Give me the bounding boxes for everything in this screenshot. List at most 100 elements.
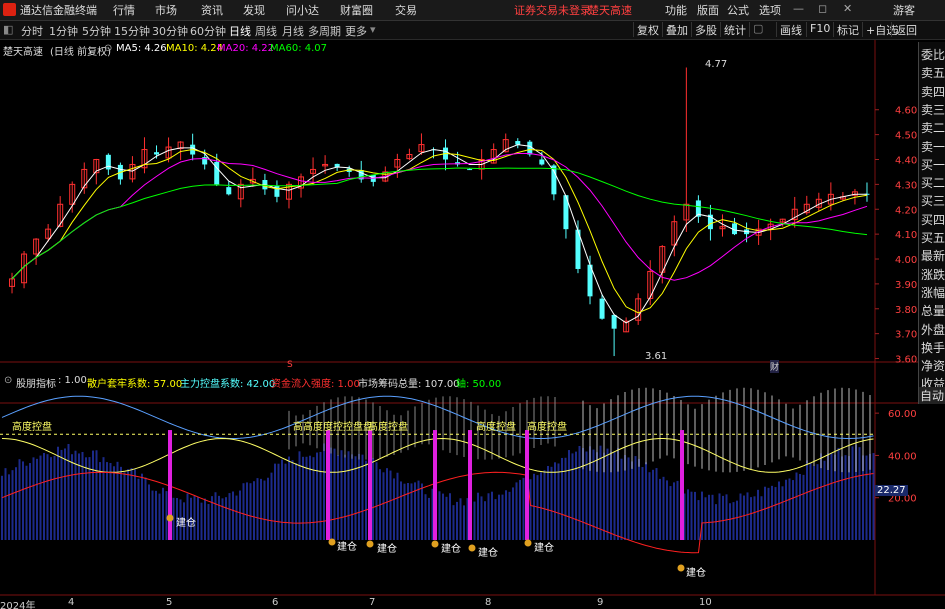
- menu-discover[interactable]: 发现: [243, 2, 265, 18]
- build-signal-bar: [468, 430, 472, 540]
- price-tick-label: 4.50: [895, 131, 917, 142]
- candle-body: [226, 187, 232, 195]
- sidebar-item[interactable]: 买五: [921, 229, 945, 246]
- coin-icon: [328, 538, 336, 546]
- sidebar-item[interactable]: 卖二: [921, 119, 945, 136]
- auto-button[interactable]: 自动: [919, 387, 945, 404]
- sidebar-item[interactable]: 涨跌: [921, 266, 945, 283]
- sidebar-item[interactable]: 最新: [921, 247, 945, 264]
- build-position-label: 建仓: [686, 568, 706, 579]
- menu-layout[interactable]: 版面: [697, 2, 719, 18]
- indicator-param-4: 资金流入强度: 1.00: [271, 379, 360, 390]
- price-tick-label: 4.10: [895, 230, 917, 241]
- minimize-icon[interactable]: —: [793, 2, 804, 15]
- sidebar-item[interactable]: 卖四: [921, 83, 945, 100]
- tab-15min[interactable]: 15分钟: [114, 23, 150, 39]
- indicator-settings-icon[interactable]: ⊙: [4, 375, 12, 386]
- tab-30min[interactable]: 30分钟: [152, 23, 188, 39]
- tab-more[interactable]: 更多: [345, 23, 367, 39]
- menu-quotes[interactable]: 行情: [113, 2, 135, 18]
- sidebar-item[interactable]: 买三: [921, 192, 945, 209]
- tab-5min[interactable]: 5分钟: [82, 23, 111, 39]
- menu-formula[interactable]: 公式: [727, 2, 749, 18]
- ma5-line: [11, 144, 867, 324]
- window-icon[interactable]: ▢: [749, 22, 763, 37]
- tab-daily[interactable]: 日线: [229, 23, 251, 39]
- x-axis-month: 9: [597, 597, 604, 608]
- menu-market[interactable]: 市场: [155, 2, 177, 18]
- price-tick-label: 3.70: [895, 330, 917, 341]
- x-axis-month: 7: [369, 597, 376, 608]
- build-signal-bar: [680, 430, 684, 540]
- tab-weekly[interactable]: 周线: [255, 23, 277, 39]
- title-stock-name: 楚天高速: [588, 4, 632, 17]
- sidebar-item[interactable]: 换手: [921, 339, 945, 356]
- sidebar-item[interactable]: 买一: [921, 156, 945, 173]
- current-value-tag: 22.27: [875, 485, 908, 496]
- signal-label: 高度控盘: [12, 422, 52, 433]
- menu-ask[interactable]: 问小达: [286, 2, 319, 18]
- tab-1min[interactable]: 1分钟: [49, 23, 78, 39]
- indicator-tick-label: 40.00: [888, 451, 917, 462]
- sidebar-item[interactable]: 卖三: [921, 101, 945, 118]
- event-marker-s[interactable]: S: [287, 360, 293, 370]
- candle-body: [515, 141, 521, 145]
- mark-button[interactable]: 标记: [833, 22, 859, 37]
- sidebar-item[interactable]: 卖五: [921, 64, 945, 81]
- overlay-button[interactable]: 叠加: [662, 22, 688, 37]
- menu-trade[interactable]: 交易: [395, 2, 417, 18]
- login-notice[interactable]: 证券交易未登录: [514, 2, 591, 18]
- tab-bar-toggle-icon[interactable]: ◧: [3, 23, 13, 36]
- event-marker-finance[interactable]: 财: [770, 360, 780, 373]
- coin-icon: [166, 514, 174, 522]
- more-dropdown-icon[interactable]: ▾: [370, 23, 376, 36]
- signal-label: 高度控盘: [476, 422, 516, 433]
- candle-body: [467, 169, 473, 171]
- coin-icon: [366, 540, 374, 548]
- build-signal-bar: [326, 430, 330, 540]
- build-position-label: 建仓: [377, 544, 397, 555]
- back-button[interactable]: 返回: [891, 22, 917, 37]
- menu-function[interactable]: 功能: [665, 2, 687, 18]
- sidebar-item[interactable]: 买二: [921, 174, 945, 191]
- indicator-name[interactable]: 股朋指标: [16, 375, 56, 390]
- sidebar-item[interactable]: 总量: [921, 302, 945, 319]
- tab-60min[interactable]: 60分钟: [190, 23, 226, 39]
- x-axis-year: 2024年: [0, 601, 36, 609]
- quote-sidebar: 委比 卖五 卖四 卖三 卖二 卖一 买一 买二 买三 买四 买五 最新 涨跌 涨幅 总量 外盘 换手 净资 收益: [918, 42, 945, 404]
- sidebar-item[interactable]: 委比: [921, 46, 945, 63]
- menu-wealth[interactable]: 财富圈: [340, 2, 373, 18]
- restore-icon[interactable]: ◻: [818, 2, 827, 15]
- menu-options[interactable]: 选项: [759, 2, 781, 18]
- guest-user[interactable]: 游客: [893, 2, 915, 18]
- main-control-line: [1, 437, 874, 473]
- f10-button[interactable]: F10: [806, 22, 830, 37]
- close-icon[interactable]: ✕: [843, 2, 852, 15]
- candle-body: [527, 141, 533, 155]
- sidebar-item[interactable]: 外盘: [921, 321, 945, 338]
- sidebar-item[interactable]: 买四: [921, 211, 945, 228]
- high-price-label: 4.77: [705, 59, 728, 70]
- sidebar-item[interactable]: 涨幅: [921, 284, 945, 301]
- tab-multi-period[interactable]: 多周期: [308, 23, 341, 39]
- indicator-param-6: 轴: 50.00: [456, 379, 502, 390]
- candle-body: [154, 152, 160, 155]
- menu-news[interactable]: 资讯: [201, 2, 223, 18]
- chart-canvas[interactable]: 4.60 4.50 4.40 4.30 4.20 4.10 4.00 3.90 3.80 3.70…: [0, 40, 945, 609]
- indicator-param-5: 市场筹码总量: 107.00: [358, 379, 460, 390]
- build-position-label: 建仓: [534, 543, 554, 554]
- candle-body: [611, 314, 617, 329]
- tab-monthly[interactable]: 月线: [282, 23, 304, 39]
- sidebar-item[interactable]: 卖一: [921, 138, 945, 155]
- draw-line-button[interactable]: 画线: [776, 22, 802, 37]
- restore-rights-button[interactable]: 复权: [633, 22, 659, 37]
- sidebar-item[interactable]: 净资: [921, 357, 945, 374]
- tab-intraday[interactable]: 分时: [21, 23, 43, 39]
- app-logo-icon: [3, 3, 16, 16]
- price-tick-label: 3.60: [895, 355, 917, 366]
- multi-stock-button[interactable]: 多股: [691, 22, 717, 37]
- statistics-button[interactable]: 统计: [720, 22, 746, 37]
- signal-label: 高度控盘: [368, 422, 408, 433]
- price-tick-label: 4.60: [895, 106, 917, 117]
- price-tick-label: 4.00: [895, 255, 917, 266]
